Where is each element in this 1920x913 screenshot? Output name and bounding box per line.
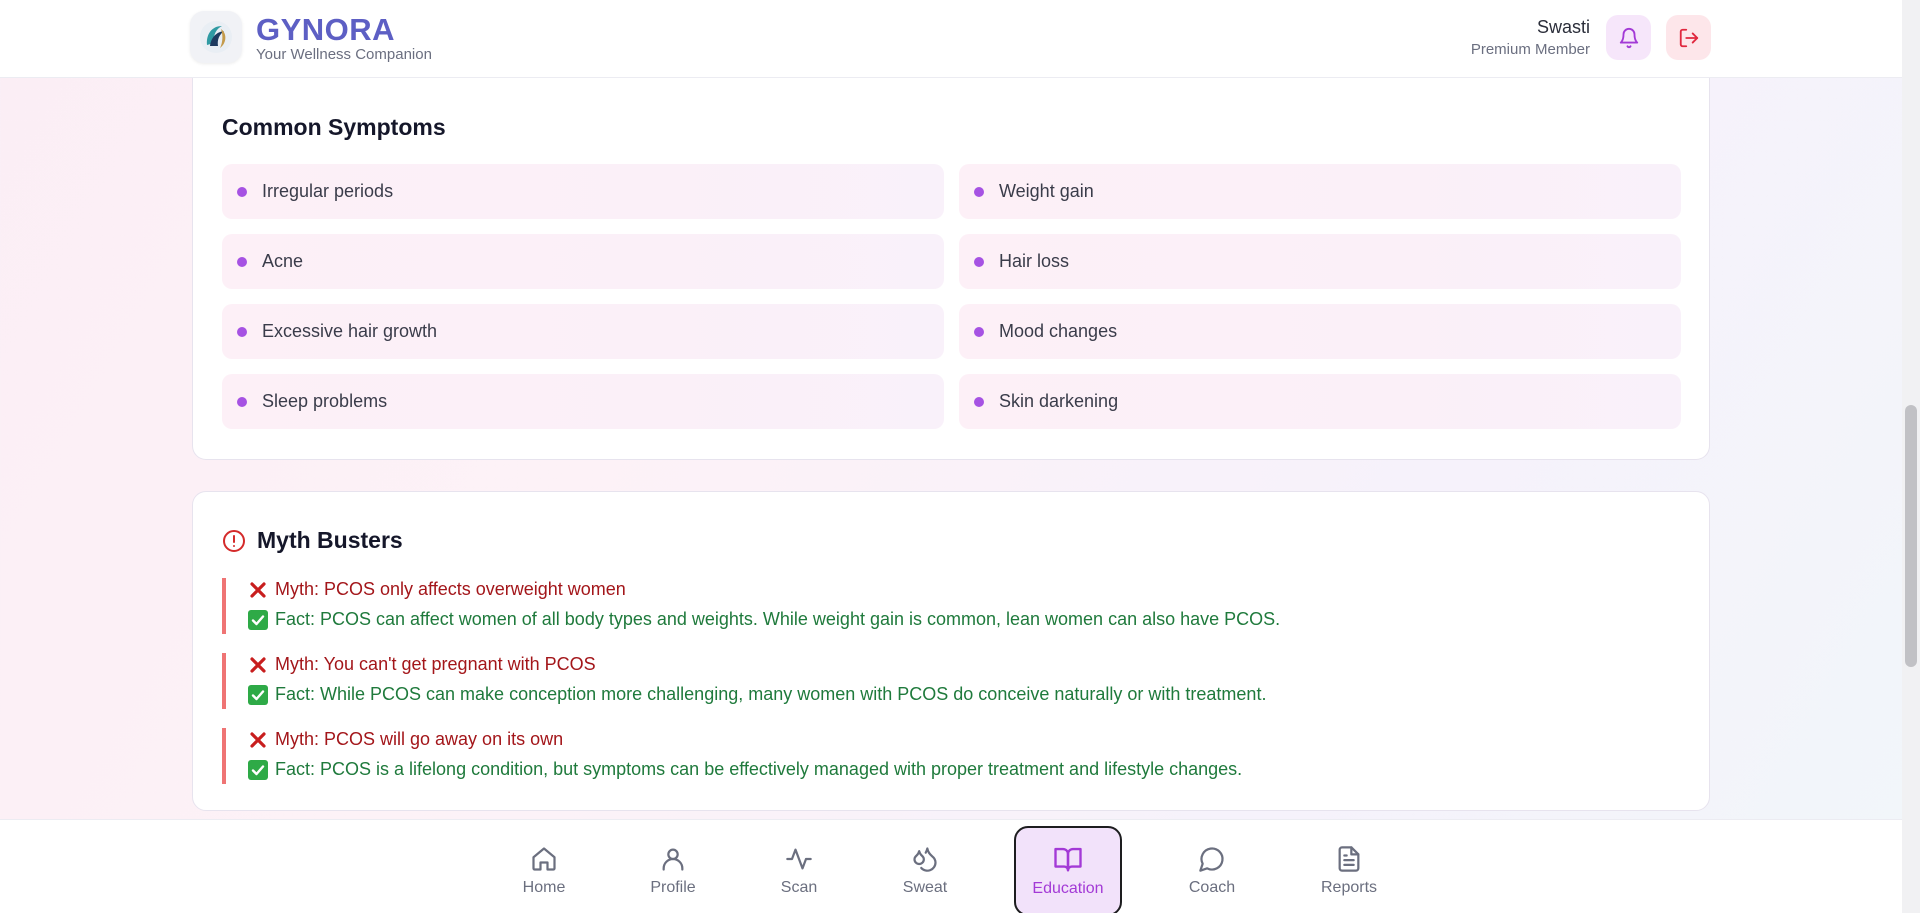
myth-fact-item: Myth: PCOS will go away on its own Fact:… [222, 728, 1422, 784]
nav-label: Profile [650, 879, 696, 896]
logout-button[interactable] [1666, 15, 1711, 60]
nav-label: Reports [1320, 879, 1378, 896]
cross-mark-icon [248, 655, 268, 675]
check-mark-icon [248, 609, 268, 630]
myth-text: Myth: PCOS will go away on its own [275, 729, 564, 749]
bell-icon [1619, 27, 1638, 48]
myth-fact-item: Myth: PCOS only affects overweight women… [222, 578, 1422, 634]
brand-name: GYNORA [256, 12, 396, 47]
check-mark-icon [248, 759, 268, 780]
check-mark-icon [248, 684, 268, 705]
bullet-dot [237, 396, 247, 407]
symptom-item: Mood changes [959, 304, 1681, 359]
symptom-label: Hair loss [999, 251, 1070, 271]
fact-line: Fact: PCOS is a lifelong condition, but … [248, 759, 1242, 780]
myth-busters-title: Myth Busters [257, 527, 403, 553]
symptom-label: Sleep problems [262, 391, 388, 411]
fact-text: Fact: PCOS can affect women of all body … [275, 609, 1281, 629]
myth-line: Myth: You can't get pregnant with PCOS [248, 654, 596, 675]
symptom-item: Excessive hair growth [222, 304, 944, 359]
symptom-label: Weight gain [999, 181, 1094, 201]
app-logo[interactable] [190, 11, 242, 63]
myth-text: Myth: You can't get pregnant with PCOS [275, 654, 596, 674]
myth-text: Myth: PCOS only affects overweight women [275, 579, 626, 599]
activity-icon [786, 848, 812, 870]
symptom-label: Irregular periods [262, 181, 394, 201]
chat-bubble-icon [1199, 847, 1224, 872]
bottom-nav: Home Profile Scan Sweat Education Coach [0, 819, 1902, 913]
symptom-label: Mood changes [999, 321, 1118, 341]
bullet-dot [237, 256, 247, 267]
book-open-icon [1054, 847, 1082, 872]
nav-education[interactable]: Education [1014, 826, 1122, 913]
symptom-item: Hair loss [959, 234, 1681, 289]
alert-circle-icon [223, 529, 245, 552]
bullet-dot [974, 396, 984, 407]
myth-busters-header: Myth Busters [222, 527, 403, 554]
notifications-button[interactable] [1606, 15, 1651, 60]
app-header: GYNORA Your Wellness Companion Swasti Pr… [0, 0, 1902, 78]
myth-busters-card: Myth Busters Myth: PCOS only affects ove… [192, 491, 1710, 811]
nav-label: Education [1032, 880, 1104, 897]
nav-scan[interactable]: Scan [745, 828, 853, 913]
nav-coach[interactable]: Coach [1158, 828, 1266, 913]
nav-sweat[interactable]: Sweat [871, 828, 979, 913]
user-icon [662, 848, 684, 871]
myth-line: Myth: PCOS will go away on its own [248, 729, 563, 750]
cross-mark-icon [248, 580, 268, 600]
nav-home[interactable]: Home [490, 828, 598, 913]
nav-label: Scan [780, 879, 818, 896]
common-symptoms-card: Common Symptoms Irregular periods Weight… [192, 78, 1710, 460]
bullet-dot [974, 256, 984, 267]
cross-mark-icon [248, 730, 268, 750]
nav-label: Home [522, 879, 566, 896]
bullet-dot [974, 326, 984, 337]
file-text-icon [1338, 846, 1360, 872]
symptom-item: Acne [222, 234, 944, 289]
bullet-dot [237, 326, 247, 337]
home-icon [532, 847, 556, 871]
nav-reports[interactable]: Reports [1295, 828, 1403, 913]
bullet-dot [237, 186, 247, 197]
nav-label: Sweat [902, 879, 948, 896]
brand-tagline: Your Wellness Companion [256, 46, 432, 63]
myth-fact-item: Myth: You can't get pregnant with PCOS F… [222, 653, 1422, 709]
symptom-grid: Irregular periods Weight gain Acne Hair … [222, 164, 1681, 429]
logout-icon [1679, 28, 1698, 47]
symptom-item: Skin darkening [959, 374, 1681, 429]
nav-label: Coach [1188, 879, 1236, 896]
page-scrollbar[interactable] [1902, 0, 1920, 913]
symptom-label: Skin darkening [999, 391, 1119, 411]
nav-profile[interactable]: Profile [619, 828, 727, 913]
logo-icon [200, 21, 232, 53]
symptom-label: Acne [262, 251, 304, 271]
scrollbar-thumb[interactable] [1905, 405, 1917, 667]
user-tier: Premium Member [1470, 41, 1590, 58]
myth-line: Myth: PCOS only affects overweight women [248, 579, 626, 600]
symptom-item: Weight gain [959, 164, 1681, 219]
fact-text: Fact: PCOS is a lifelong condition, but … [275, 759, 1243, 779]
symptom-label: Excessive hair growth [262, 321, 438, 341]
bullet-dot [974, 186, 984, 197]
symptoms-title: Common Symptoms [222, 114, 446, 140]
droplets-icon [913, 847, 937, 872]
fact-line: Fact: PCOS can affect women of all body … [248, 609, 1280, 630]
symptom-item: Irregular periods [222, 164, 944, 219]
fact-text: Fact: While PCOS can make conception mor… [275, 684, 1267, 704]
fact-line: Fact: While PCOS can make conception mor… [248, 684, 1266, 705]
symptom-item: Sleep problems [222, 374, 944, 429]
user-name: Swasti [1536, 17, 1590, 37]
